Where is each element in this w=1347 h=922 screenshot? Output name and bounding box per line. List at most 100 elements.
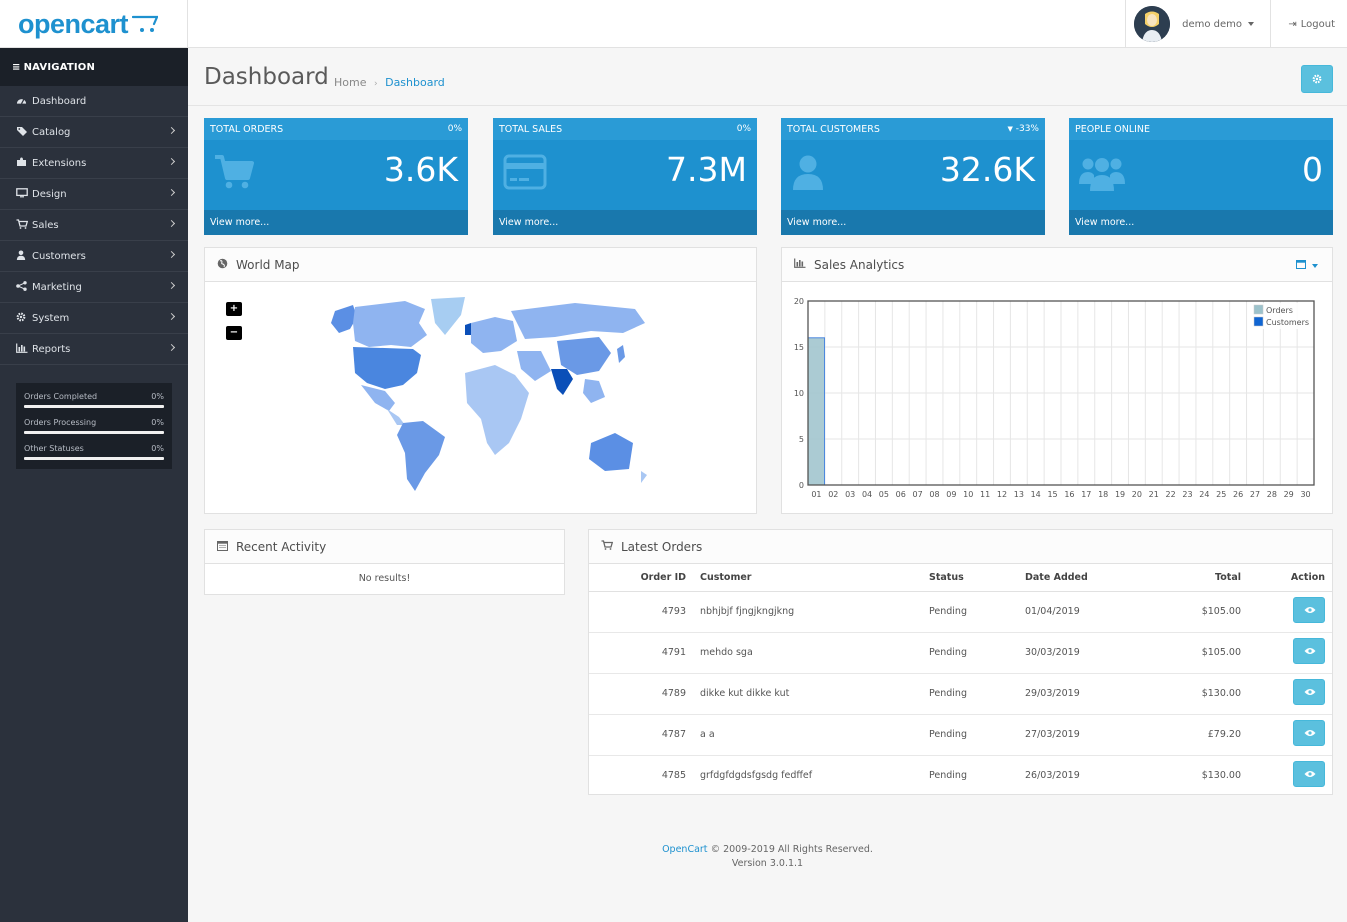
calendar-icon bbox=[217, 540, 228, 554]
map-zoom-out-button[interactable]: − bbox=[226, 326, 242, 340]
panel-heading: Recent Activity bbox=[205, 530, 564, 564]
sidebar-item-reports[interactable]: Reports bbox=[0, 334, 188, 365]
cell-order-id: 4785 bbox=[661, 770, 686, 782]
user-menu[interactable]: demo demo bbox=[1125, 0, 1271, 48]
sidebar-item-catalog[interactable]: Catalog bbox=[0, 117, 188, 148]
x-tick-label: 01 bbox=[811, 490, 821, 499]
view-order-button[interactable] bbox=[1293, 761, 1325, 788]
opencart-logo[interactable]: opencart bbox=[0, 0, 188, 48]
sidebar-item-sales[interactable]: Sales bbox=[0, 210, 188, 241]
x-tick-label: 06 bbox=[896, 490, 906, 499]
x-tick-label: 24 bbox=[1199, 490, 1209, 499]
map-region-japan bbox=[617, 345, 625, 363]
sidebar-item-customers[interactable]: Customers bbox=[0, 241, 188, 272]
credit-card-icon bbox=[503, 154, 547, 190]
x-tick-label: 17 bbox=[1081, 490, 1091, 499]
breadcrumb-home[interactable]: Home bbox=[334, 76, 366, 89]
x-tick-label: 27 bbox=[1250, 490, 1260, 499]
caret-down-icon: ▼ bbox=[1007, 125, 1013, 133]
stat-orders-processing: Orders Processing 0% bbox=[24, 415, 164, 441]
column-customer[interactable]: Customer bbox=[693, 564, 922, 592]
map-region-southeast-asia bbox=[583, 379, 605, 403]
cell-status: Pending bbox=[922, 632, 1018, 674]
logo-cart-icon bbox=[132, 15, 159, 32]
column-date-added[interactable]: Date Added bbox=[1018, 564, 1138, 592]
eye-icon bbox=[1304, 607, 1316, 613]
breadcrumb-current[interactable]: Dashboard bbox=[385, 76, 445, 89]
x-tick-label: 14 bbox=[1031, 490, 1041, 499]
gear-icon bbox=[1312, 74, 1322, 84]
y-tick-label: 10 bbox=[794, 389, 804, 398]
stat-percent: 0% bbox=[151, 418, 164, 427]
tile-value: 0 bbox=[1302, 150, 1323, 189]
x-tick-label: 12 bbox=[997, 490, 1007, 499]
x-tick-label: 16 bbox=[1064, 490, 1074, 499]
column-status[interactable]: Status bbox=[922, 564, 1018, 592]
header-divider bbox=[187, 0, 188, 48]
x-tick-label: 28 bbox=[1267, 490, 1277, 499]
eye-icon bbox=[1304, 648, 1316, 654]
map-region-central-america bbox=[387, 409, 405, 425]
x-tick-label: 15 bbox=[1047, 490, 1057, 499]
cell-status: Pending bbox=[929, 770, 967, 782]
tile-value: 32.6K bbox=[939, 150, 1035, 189]
view-order-button[interactable] bbox=[1293, 679, 1325, 705]
x-tick-label: 19 bbox=[1115, 490, 1125, 499]
tile-view-more-link[interactable]: View more... bbox=[781, 210, 1045, 235]
dashboard-icon bbox=[16, 95, 32, 108]
tile-view-more-link[interactable]: View more... bbox=[1069, 210, 1333, 235]
sidebar-item-extensions[interactable]: Extensions bbox=[0, 148, 188, 179]
x-tick-label: 08 bbox=[929, 490, 939, 499]
cell-customer: grfdgfdgdsfgsdg fedffef bbox=[700, 770, 813, 782]
cell-order-id: 4789 bbox=[589, 673, 693, 715]
column-order-id[interactable]: Order ID bbox=[589, 564, 693, 592]
navigation-title-text: NAVIGATION bbox=[23, 61, 96, 73]
sidebar-item-marketing[interactable]: Marketing bbox=[0, 272, 188, 303]
progress-bar bbox=[24, 431, 164, 434]
panel-title: Sales Analytics bbox=[814, 257, 905, 272]
user-icon bbox=[16, 250, 32, 263]
latest-orders-panel: Latest Orders Order ID Customer Status D… bbox=[588, 529, 1333, 795]
dashboard-settings-button[interactable] bbox=[1301, 65, 1333, 93]
puzzle-icon bbox=[16, 157, 32, 170]
x-tick-label: 02 bbox=[828, 490, 838, 499]
map-region-alaska bbox=[331, 305, 357, 333]
latest-orders-table: Order ID Customer Status Date Added Tota… bbox=[589, 564, 1332, 796]
calendar-icon bbox=[1295, 260, 1306, 269]
table-row: 4793 nbhjbjf fjngjkngjkng Pending 01/04/… bbox=[589, 591, 1332, 633]
opencart-link[interactable]: OpenCart bbox=[662, 844, 707, 855]
cell-total: $130.00 bbox=[1201, 770, 1241, 782]
logout-link[interactable]: ⇥ Logout bbox=[1288, 0, 1335, 48]
version-text: Version 3.0.1.1 bbox=[731, 858, 804, 869]
cart-icon bbox=[16, 218, 32, 232]
x-tick-label: 25 bbox=[1216, 490, 1226, 499]
eye-icon bbox=[1304, 771, 1316, 778]
column-total[interactable]: Total bbox=[1138, 564, 1248, 592]
map-region-greenland bbox=[431, 297, 465, 335]
sidebar-item-dashboard[interactable]: Dashboard bbox=[0, 86, 188, 117]
tile-header: TOTAL CUSTOMERS ▼ -33% bbox=[781, 118, 1045, 140]
chevron-right-icon bbox=[167, 343, 176, 352]
tile-view-more-link[interactable]: View more... bbox=[204, 210, 468, 235]
tile-people-online: PEOPLE ONLINE 0 View more... bbox=[1069, 118, 1333, 235]
x-tick-label: 10 bbox=[963, 490, 973, 499]
view-order-button[interactable] bbox=[1293, 638, 1325, 664]
chevron-right-icon bbox=[167, 157, 176, 166]
view-order-button[interactable] bbox=[1293, 597, 1325, 623]
world-map-panel: World Map + − bbox=[204, 247, 757, 514]
panel-title: Recent Activity bbox=[236, 539, 327, 554]
x-tick-label: 04 bbox=[862, 490, 872, 499]
stat-other-statuses: Other Statuses 0% bbox=[24, 441, 164, 467]
map-zoom-in-button[interactable]: + bbox=[226, 302, 242, 316]
sidebar-item-system[interactable]: System bbox=[0, 303, 188, 334]
tile-title: TOTAL SALES bbox=[499, 123, 563, 135]
calendar-range-dropdown[interactable] bbox=[1295, 259, 1318, 272]
world-map[interactable] bbox=[295, 293, 655, 498]
chart-x-ticks: 01 02 03 04 05 06 07 08 09 10 11 12 13 14 15 16 17 18 19 20… bbox=[811, 490, 1310, 499]
tile-view-more-link[interactable]: View more... bbox=[493, 210, 757, 235]
view-order-button[interactable] bbox=[1293, 720, 1325, 746]
sidebar-item-label: Customers bbox=[32, 250, 86, 262]
sidebar-item-design[interactable]: Design bbox=[0, 179, 188, 210]
column-action: Action bbox=[1248, 564, 1332, 592]
progress-bar bbox=[24, 457, 164, 460]
